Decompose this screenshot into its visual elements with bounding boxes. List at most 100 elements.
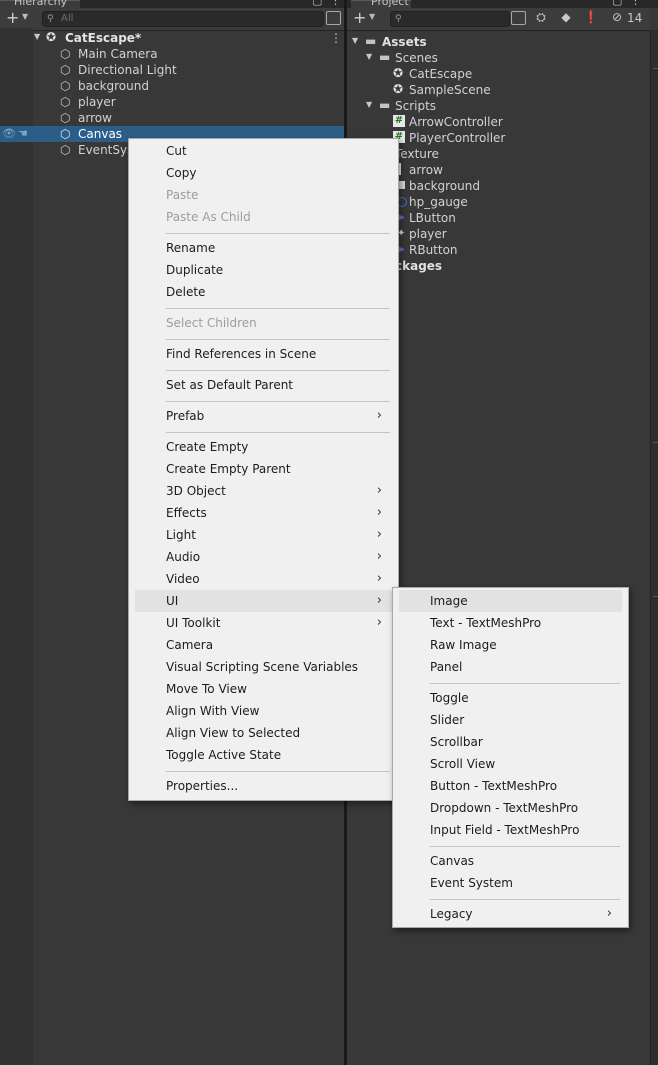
menu-separator xyxy=(166,308,390,309)
submenu-item-panel[interactable]: Panel xyxy=(399,656,622,678)
search-icon: ⚲ xyxy=(395,14,402,24)
menu-item-create-empty-parent[interactable]: Create Empty Parent xyxy=(135,458,392,480)
menu-item-label: Light xyxy=(166,528,196,542)
menu-item-duplicate[interactable]: Duplicate xyxy=(135,259,392,281)
menu-item-audio[interactable]: Audio › xyxy=(135,546,392,568)
submenu-item-slider[interactable]: Slider xyxy=(399,709,622,731)
expand-arrow-icon[interactable]: ▼ xyxy=(34,30,40,44)
kebab-menu-icon[interactable]: ⋮ xyxy=(630,0,641,7)
menu-item-align-with-view[interactable]: Align With View xyxy=(135,700,392,722)
project-right-scroller[interactable] xyxy=(650,30,658,1065)
search-filter-icon[interactable] xyxy=(511,11,526,25)
filter-by-type-icon[interactable]: ⛭ xyxy=(532,10,550,26)
menu-item-effects[interactable]: Effects › xyxy=(135,502,392,524)
menu-item-cut[interactable]: Cut xyxy=(135,140,392,162)
menu-item-prefab[interactable]: Prefab › xyxy=(135,405,392,427)
hierarchy-item[interactable]: ⬡ background xyxy=(0,78,344,94)
menu-item-ui[interactable]: UI › xyxy=(135,590,392,612)
submenu-item-scrollbar[interactable]: Scrollbar xyxy=(399,731,622,753)
menu-item-3d-object[interactable]: 3D Object › xyxy=(135,480,392,502)
expand-arrow-icon[interactable]: ▼ xyxy=(352,34,358,48)
menu-item-rename[interactable]: Rename xyxy=(135,237,392,259)
maximize-icon[interactable]: ▢ xyxy=(612,0,622,7)
hierarchy-search-input[interactable]: ⚲ All xyxy=(42,11,324,27)
project-tree-label: LButton xyxy=(409,211,456,225)
search-placeholder: All xyxy=(61,13,74,24)
menu-item-camera[interactable]: Camera xyxy=(135,634,392,656)
hierarchy-item[interactable]: ⬡ arrow xyxy=(0,110,344,126)
submenu-item-canvas[interactable]: Canvas xyxy=(399,850,622,872)
submenu-item-text-tmp[interactable]: Text - TextMeshPro xyxy=(399,612,622,634)
menu-item-label: Effects xyxy=(166,506,207,520)
menu-item-light[interactable]: Light › xyxy=(135,524,392,546)
submenu-item-dropdown-tmp[interactable]: Dropdown - TextMeshPro xyxy=(399,797,622,819)
menu-item-create-empty[interactable]: Create Empty xyxy=(135,436,392,458)
submenu-item-toggle[interactable]: Toggle xyxy=(399,687,622,709)
scene-row[interactable]: ▼ ✪ CatEscape* ⋮ xyxy=(0,30,344,46)
project-tree-label: Texture xyxy=(395,147,439,161)
chevron-down-icon[interactable]: ▼ xyxy=(22,12,28,21)
project-tree-item[interactable]: ▼ ▬ Scripts xyxy=(347,98,647,114)
submenu-item-event-system[interactable]: Event System xyxy=(399,872,622,894)
scene-options-icon[interactable]: ⋮ xyxy=(330,30,342,46)
chevron-down-icon[interactable]: ▼ xyxy=(369,12,375,21)
gameobject-cube-icon: ⬡ xyxy=(60,79,71,93)
submenu-item-raw-image[interactable]: Raw Image xyxy=(399,634,622,656)
menu-separator xyxy=(166,401,390,402)
hierarchy-item[interactable]: ⬡ Main Camera xyxy=(0,46,344,62)
menu-item-copy[interactable]: Copy xyxy=(135,162,392,184)
menu-separator xyxy=(430,683,620,684)
menu-item-visual-scripting-vars[interactable]: Visual Scripting Scene Variables xyxy=(135,656,392,678)
expand-arrow-icon[interactable]: ▼ xyxy=(366,50,372,64)
project-tree-item[interactable]: ▼ ▬ Assets xyxy=(347,34,647,50)
project-search-input[interactable]: ⚲ xyxy=(390,11,510,27)
hierarchy-item[interactable]: ⬡ player xyxy=(0,94,344,110)
create-plus-icon[interactable]: + xyxy=(6,9,19,27)
submenu-item-image[interactable]: Image xyxy=(399,590,622,612)
project-tree-item[interactable]: ✪ CatEscape xyxy=(347,66,647,82)
submenu-item-scroll-view[interactable]: Scroll View xyxy=(399,753,622,775)
menu-item-label: Audio xyxy=(166,550,201,564)
project-tree-item[interactable]: ▼ ▬ Scenes xyxy=(347,50,647,66)
csharp-script-icon: # xyxy=(393,115,405,127)
project-tree-label: CatEscape xyxy=(409,67,473,81)
project-tree-item[interactable]: # ArrowController xyxy=(347,114,647,130)
menu-item-ui-toolkit[interactable]: UI Toolkit › xyxy=(135,612,392,634)
hierarchy-item[interactable]: ⬡ Directional Light xyxy=(0,62,344,78)
asset-import-warning-icon[interactable]: ❗ xyxy=(583,10,599,26)
hierarchy-gutter xyxy=(0,28,33,1065)
project-toolbar: + ▼ ⚲ ⛭ ◆ ❗ ⊘ 14 xyxy=(347,8,650,31)
kebab-menu-icon[interactable]: ⋮ xyxy=(330,0,341,7)
submenu-arrow-icon: › xyxy=(376,593,382,608)
menu-item-video[interactable]: Video › xyxy=(135,568,392,590)
maximize-icon[interactable]: ▢ xyxy=(312,0,322,7)
menu-separator xyxy=(166,771,390,772)
submenu-item-button-tmp[interactable]: Button - TextMeshPro xyxy=(399,775,622,797)
hidden-packages-icon[interactable]: ⊘ xyxy=(609,10,625,26)
project-tree-label: hp_gauge xyxy=(409,195,468,209)
submenu-item-legacy[interactable]: Legacy › xyxy=(399,903,622,925)
folder-icon: ▬ xyxy=(365,34,377,48)
pickable-hand-icon[interactable]: ☚ xyxy=(18,127,28,141)
menu-item-align-view-to-selected[interactable]: Align View to Selected xyxy=(135,722,392,744)
menu-separator xyxy=(430,846,620,847)
project-tree-item[interactable]: ✪ SampleScene xyxy=(347,82,647,98)
create-plus-icon[interactable]: + xyxy=(353,9,366,27)
submenu-arrow-icon: › xyxy=(376,483,382,498)
visibility-eye-icon[interactable]: 👁 xyxy=(2,127,16,141)
submenu-item-input-field-tmp[interactable]: Input Field - TextMeshPro xyxy=(399,819,622,841)
filter-by-label-icon[interactable]: ◆ xyxy=(557,10,575,26)
menu-item-delete[interactable]: Delete xyxy=(135,281,392,303)
expand-arrow-icon[interactable]: ▼ xyxy=(366,98,372,112)
hierarchy-toolbar: + ▼ ⚲ All xyxy=(0,8,344,31)
hierarchy-context-menu: Cut Copy Paste Paste As Child Rename Dup… xyxy=(128,138,399,801)
menu-item-move-to-view[interactable]: Move To View xyxy=(135,678,392,700)
search-filter-icon[interactable] xyxy=(326,11,341,25)
menu-item-toggle-active-state[interactable]: Toggle Active State xyxy=(135,744,392,766)
menu-item-properties[interactable]: Properties... xyxy=(135,775,392,797)
search-icon: ⚲ xyxy=(47,14,54,24)
hierarchy-tab-label: Hierarchy xyxy=(14,0,68,8)
project-tree-label: Scenes xyxy=(395,51,438,65)
menu-item-set-default-parent[interactable]: Set as Default Parent xyxy=(135,374,392,396)
menu-item-find-references[interactable]: Find References in Scene xyxy=(135,343,392,365)
